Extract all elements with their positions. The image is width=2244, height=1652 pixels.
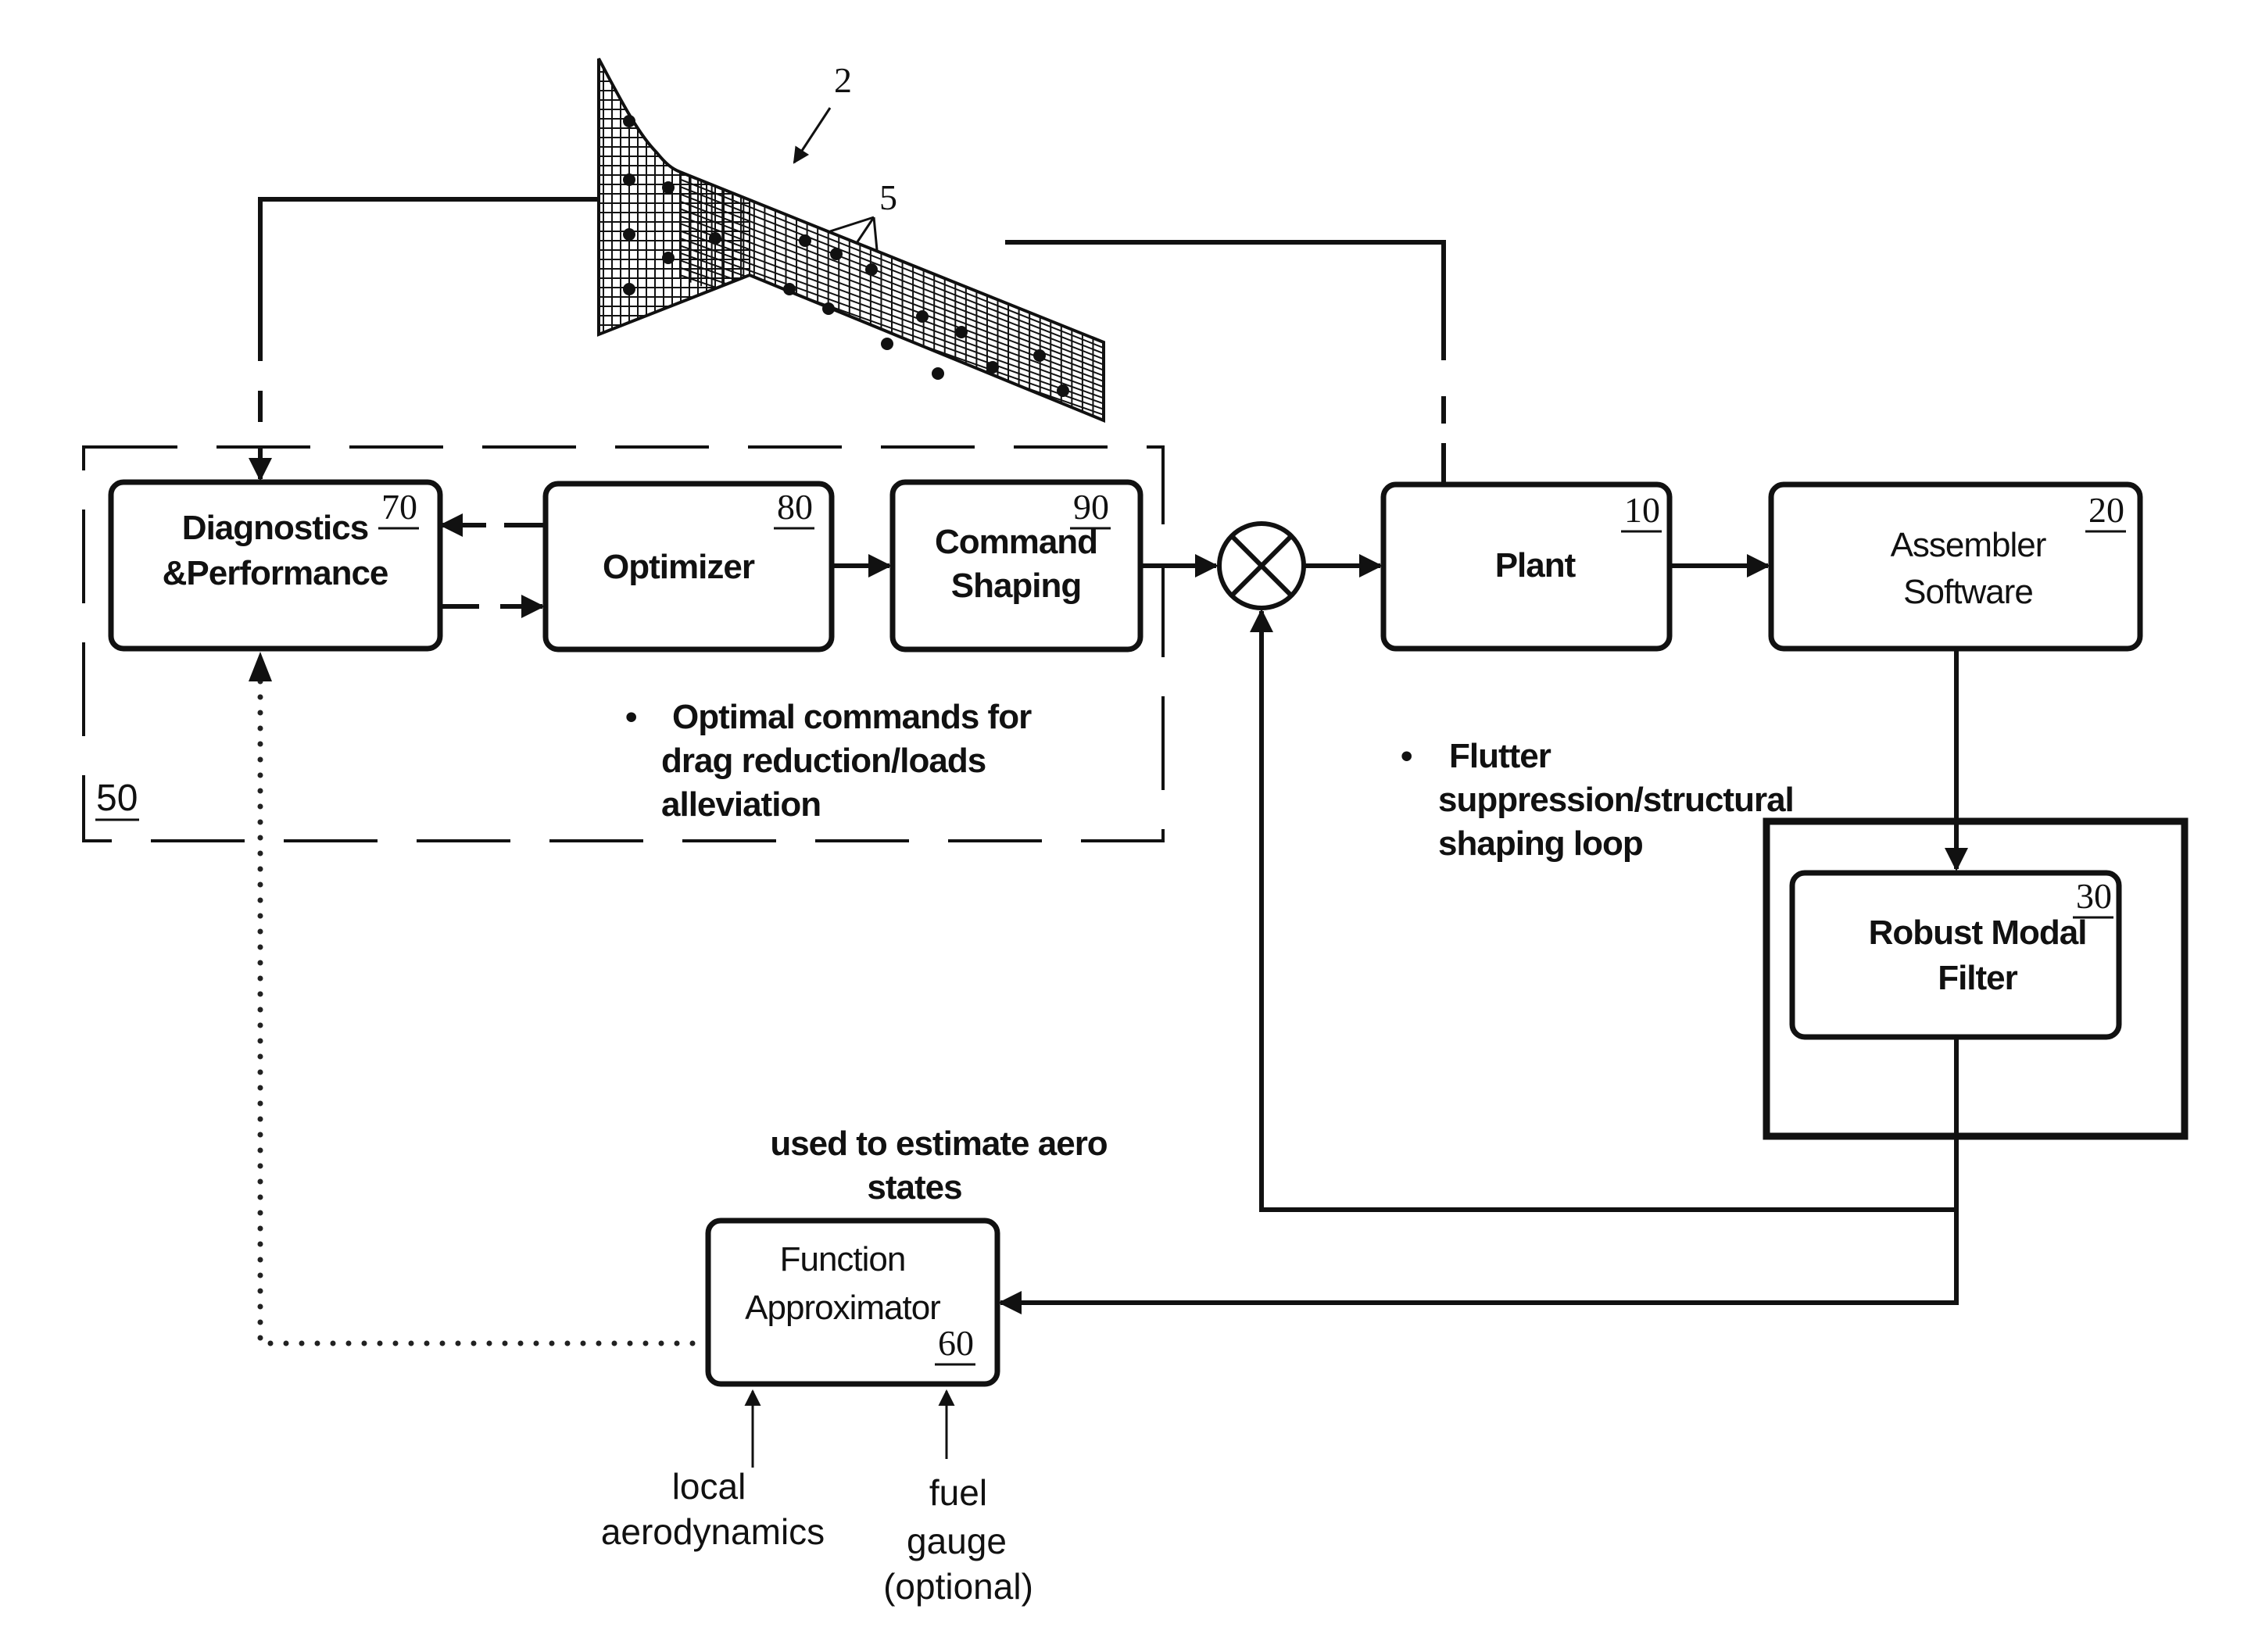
block-robust-modal-filter: Robust Modal Filter 30	[1789, 870, 2122, 1040]
block-frame	[1768, 481, 2143, 652]
block-ref-number: 90	[1073, 487, 1109, 527]
block-label: Plant	[1495, 546, 1577, 585]
optimal-commands-note: • Optimal commands for drag reduction/lo…	[625, 698, 1033, 824]
svg-text:•: •	[1401, 737, 1412, 775]
block-frame	[1789, 870, 2122, 1040]
svg-text:suppression/structural: suppression/structural	[1438, 781, 1794, 819]
block-label: Assembler	[1891, 526, 2046, 564]
svg-text:(optional): (optional)	[883, 1566, 1033, 1607]
sensor-dot	[932, 367, 944, 380]
sensor-dot	[955, 326, 968, 338]
sensor-dot	[822, 302, 835, 315]
block-ref-number: 20	[2088, 490, 2124, 530]
sensor-dot	[709, 232, 721, 245]
local-aerodynamics-label: local aerodynamics	[601, 1466, 825, 1552]
fuel-gauge-label: fuel gauge (optional)	[883, 1472, 1033, 1607]
sensor-dot	[662, 252, 675, 264]
svg-text:states: states	[867, 1168, 961, 1207]
svg-text:•: •	[625, 698, 636, 736]
svg-text:shaping loop: shaping loop	[1438, 824, 1643, 863]
block-plant: Plant 10	[1380, 481, 1673, 652]
summing-junction	[1217, 521, 1306, 610]
sensor-dot	[623, 283, 635, 295]
block-label: Function	[780, 1240, 906, 1278]
block-label: &Performance	[163, 554, 388, 592]
sensor-dot	[916, 310, 929, 323]
block-ref-number: 70	[381, 487, 417, 527]
block-ref-number: 60	[938, 1323, 974, 1363]
wing-ref-arrow	[793, 107, 832, 164]
svg-text:local: local	[672, 1466, 746, 1507]
block-assembler: Assembler Software 20	[1768, 481, 2143, 652]
svg-text:aerodynamics: aerodynamics	[601, 1511, 825, 1552]
block-optimizer: Optimizer 80	[542, 481, 835, 653]
block-label: Robust Modal	[1869, 914, 2087, 952]
control-block-diagram: 2 5 50 Diagnostics&Performance 70 Optimize…	[82, 58, 2189, 1607]
svg-text:Optimal commands for: Optimal commands for	[672, 698, 1032, 736]
sensor-dot	[1033, 349, 1046, 362]
flutter-note: • Flutter suppression/structural shaping…	[1401, 737, 1795, 863]
sensor-dot	[986, 361, 999, 374]
aero-estimate-note: used to estimate aero states	[770, 1125, 1108, 1207]
block-function-approximator: Function Approximator60	[705, 1218, 1000, 1387]
sensor-dot	[830, 248, 843, 260]
svg-text:Flutter: Flutter	[1449, 737, 1551, 775]
svg-text:gauge: gauge	[907, 1521, 1007, 1561]
svg-text:used to estimate aero: used to estimate aero	[770, 1125, 1107, 1163]
sensor-dot	[1057, 384, 1069, 397]
block-label: Shaping	[951, 567, 1082, 605]
sensor-dot	[662, 181, 675, 194]
sensor-dot	[865, 263, 878, 276]
block-diagnostics: Diagnostics&Performance 70	[108, 479, 443, 652]
block-ref-number: 30	[2076, 876, 2112, 916]
sensor-dot	[783, 283, 796, 295]
block-label: Filter	[1938, 959, 2017, 997]
block-label: Optimizer	[603, 548, 755, 586]
sensor-ref-label: 5	[879, 177, 897, 217]
block-label: Diagnostics	[182, 509, 368, 547]
sensor-dot	[799, 234, 811, 247]
block-label: Software	[1903, 573, 2033, 611]
wing-to-diagnostics-wire	[249, 197, 597, 481]
wing-mesh-illustration: 2 5	[597, 58, 1105, 423]
approximator-to-diagnostics-dotted	[257, 677, 696, 1346]
block-command-shaping: CommandShaping90	[889, 479, 1143, 653]
block-ref-number: 80	[777, 487, 813, 527]
svg-text:alleviation: alleviation	[661, 785, 821, 824]
sensor-dot	[881, 338, 893, 350]
wing-ref-label: 2	[834, 60, 852, 100]
sensor-dot	[623, 228, 635, 241]
sensor-dot	[623, 115, 635, 127]
svg-text:fuel: fuel	[929, 1472, 987, 1513]
block-ref-number: 10	[1624, 490, 1660, 530]
sensor-dot	[623, 173, 635, 186]
svg-text:drag reduction/loads: drag reduction/loads	[661, 742, 986, 780]
dotted-arrowhead	[249, 652, 272, 681]
block-label: Approximator	[745, 1289, 940, 1327]
filter-to-approximator-wire	[998, 1210, 1959, 1314]
group-ref-label: 50	[96, 778, 138, 819]
